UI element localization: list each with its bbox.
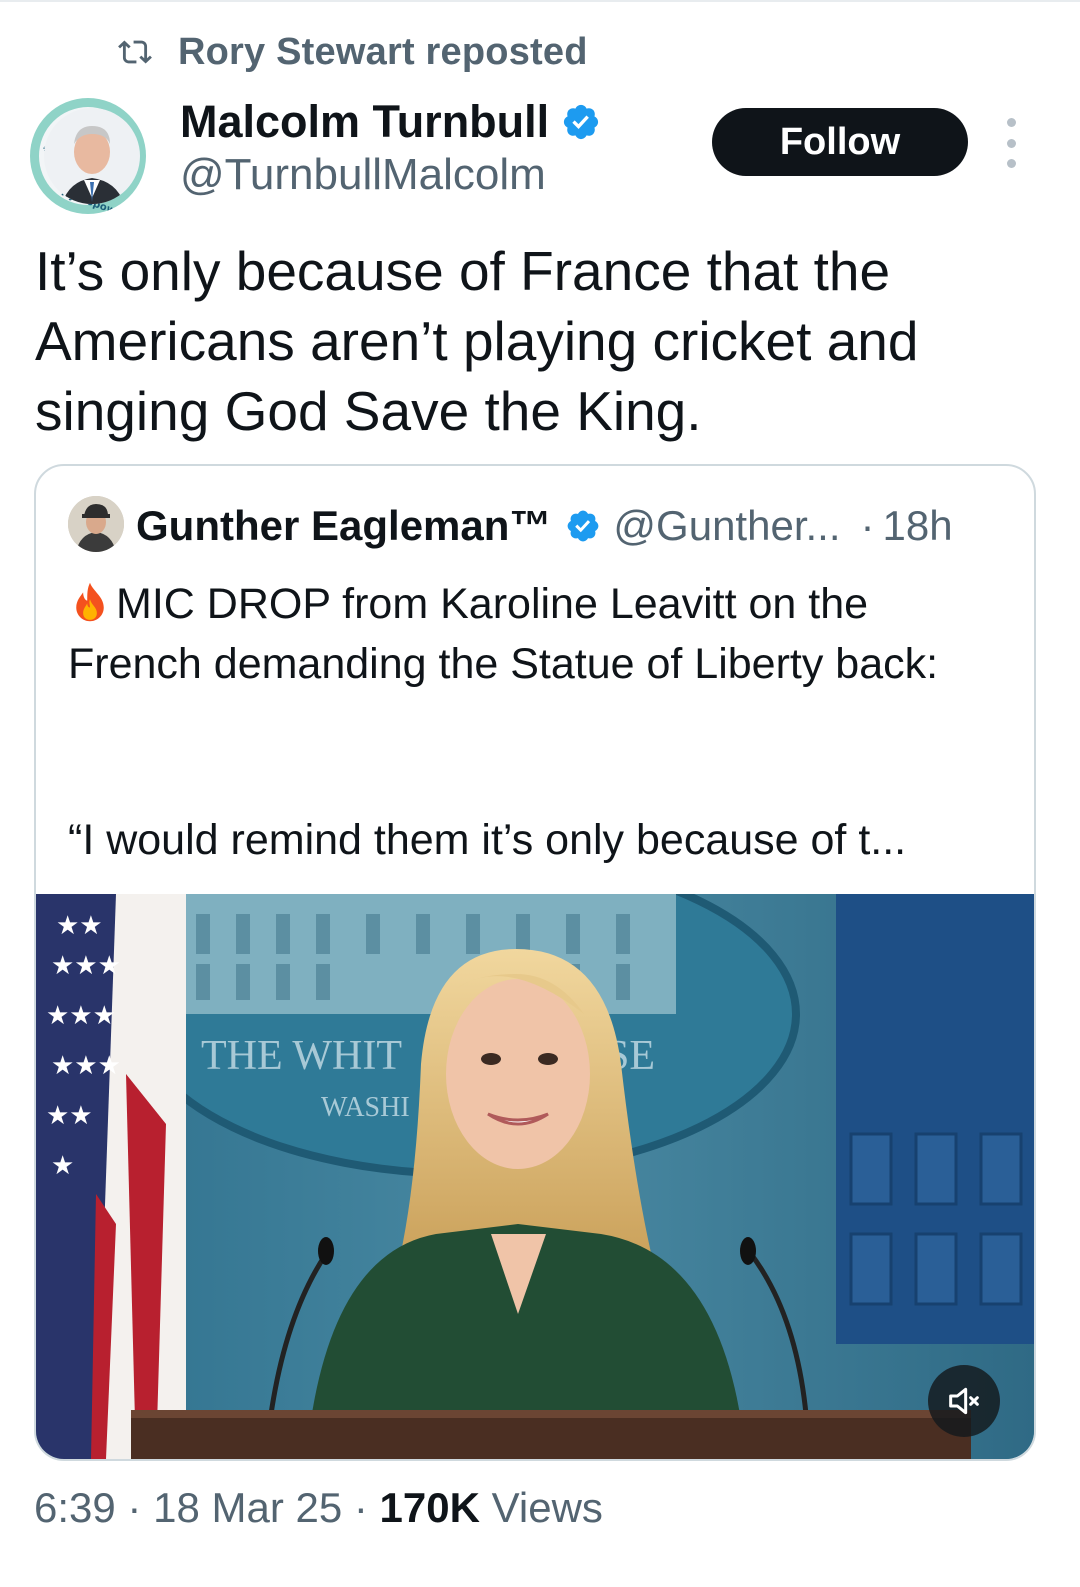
quoted-tweet-card[interactable]: Gunther Eagleman™ @Gunther... · 18h MIC …	[34, 464, 1036, 1461]
views-label: Views	[491, 1484, 603, 1531]
more-options-icon[interactable]	[996, 118, 1026, 168]
separator-dot: ·	[860, 502, 875, 549]
svg-text:★★★: ★★★	[46, 1001, 116, 1031]
svg-text:★★: ★★	[56, 911, 103, 941]
separator-dot: ·	[127, 1484, 142, 1531]
quoted-timestamp[interactable]: 18h	[883, 502, 953, 550]
verified-badge-icon	[568, 510, 599, 542]
svg-text:★★: ★★	[46, 1101, 93, 1131]
quoted-video[interactable]: THE WHIT SE WASHI ★★ ★★★ ★★★ ★★★ ★★ ★	[36, 894, 1034, 1459]
svg-text:★★★: ★★★	[51, 1051, 121, 1081]
svg-text:★: ★	[51, 1151, 74, 1181]
author-name[interactable]: Malcolm Turnbull	[180, 96, 549, 148]
svg-text:★★★: ★★★	[51, 951, 121, 981]
sign-text-left: THE WHIT	[201, 1033, 402, 1079]
volume-muted-icon	[949, 1387, 979, 1415]
tweet-date[interactable]: 18 Mar 25	[153, 1484, 342, 1531]
repost-icon	[118, 40, 152, 64]
video-frame: THE WHIT SE WASHI ★★★★★★★★ ★★★★★★	[36, 894, 1034, 1459]
quoted-body: MIC DROP from Karoline Leavitt on the Fr…	[68, 574, 1008, 694]
author-photo	[44, 108, 140, 204]
author-name-row[interactable]: Malcolm Turnbull	[180, 96, 601, 148]
author-handle[interactable]: @TurnbullMalcolm	[180, 150, 546, 200]
top-divider	[0, 0, 1080, 2]
quoted-author-avatar[interactable]	[68, 496, 124, 552]
quoted-author-name[interactable]: Gunther Eagleman™	[136, 502, 551, 550]
tweet-text: It’s only because of France that the Ame…	[35, 240, 919, 442]
repost-label: Rory Stewart reposted	[178, 30, 588, 73]
tweet-meta: 6:39 · 18 Mar 25 · 170K Views	[34, 1484, 603, 1532]
repost-header[interactable]: Rory Stewart reposted	[118, 28, 588, 76]
quoted-quote-line: “I would remind them it’s only because o…	[68, 816, 907, 864]
quoted-header: Gunther Eagleman™ @Gunther... · 18h	[136, 496, 953, 556]
separator-dot: ·	[353, 1484, 368, 1531]
follow-button[interactable]: Follow	[712, 108, 968, 176]
verified-badge-icon	[564, 104, 599, 140]
quoted-author-photo	[68, 496, 124, 552]
quoted-body-text: MIC DROP from Karoline Leavitt on the Fr…	[68, 580, 939, 688]
author-avatar[interactable]: #With Hydropower	[30, 98, 146, 214]
mute-button[interactable]	[928, 1365, 1000, 1437]
tweet-time[interactable]: 6:39	[34, 1484, 116, 1531]
views-count[interactable]: 170K	[380, 1484, 480, 1531]
fire-icon	[76, 582, 104, 622]
quoted-author-handle[interactable]: @Gunther...	[613, 502, 840, 550]
sign-text-washington: WASHI	[321, 1092, 410, 1123]
